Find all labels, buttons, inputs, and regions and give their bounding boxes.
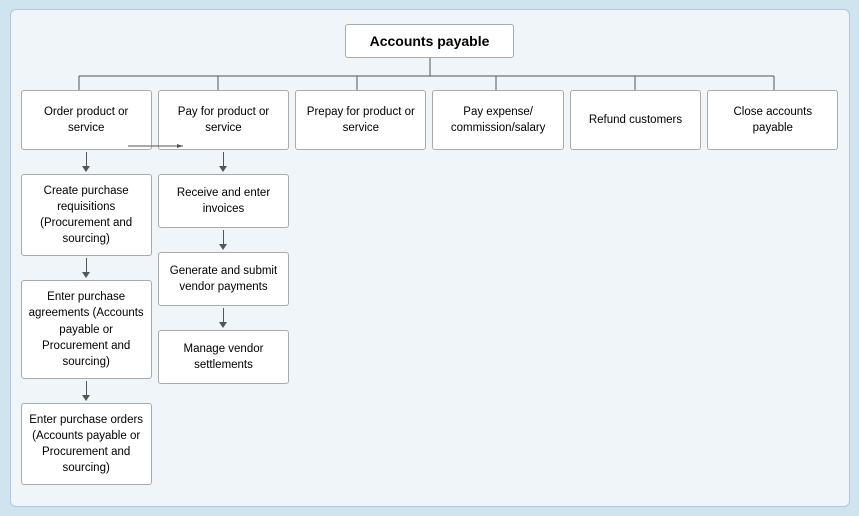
columns-row: Order product or service Create purchase… (21, 90, 839, 485)
top-node: Accounts payable (345, 24, 515, 58)
col1-label: Order product or service (28, 104, 145, 136)
col1-sub1-label: Create purchase requisitions (Procuremen… (28, 183, 145, 247)
col2-arrow1 (219, 152, 227, 172)
col2-top-box: Pay for product or service (158, 90, 289, 150)
col1-sub3-label: Enter purchase orders (Accounts payable … (28, 412, 145, 476)
col2-arrow3 (219, 308, 227, 328)
col1-arrow3 (82, 381, 90, 401)
col2-sub1-label: Receive and enter invoices (165, 185, 282, 217)
branch-lines-svg (21, 58, 839, 90)
col1-top-box: Order product or service (21, 90, 152, 150)
col5-label: Refund customers (589, 112, 682, 128)
col3-top-box: Prepay for product or service (295, 90, 426, 150)
col2-sub2: Generate and submit vendor payments (158, 252, 289, 306)
column-pay-expense: Pay expense/ commission/salary (432, 90, 563, 150)
column-close: Close accounts payable (707, 90, 838, 150)
col3-label: Prepay for product or service (302, 104, 419, 136)
col2-label: Pay for product or service (165, 104, 282, 136)
col2-sub2-label: Generate and submit vendor payments (165, 263, 282, 295)
col1-sub3: Enter purchase orders (Accounts payable … (21, 403, 152, 485)
col4-label: Pay expense/ commission/salary (439, 104, 556, 136)
diagram-container: Accounts payable Order product or servic… (10, 9, 850, 507)
col1-arrow2 (82, 258, 90, 278)
col2-sub3: Manage vendor settlements (158, 330, 289, 384)
col1-arrow1 (82, 152, 90, 172)
col2-sub3-label: Manage vendor settlements (165, 341, 282, 373)
col1-sub2: Enter purchase agreements (Accounts paya… (21, 280, 152, 378)
col5-top-box: Refund customers (570, 90, 701, 150)
column-order-product: Order product or service Create purchase… (21, 90, 152, 485)
col2-sub1: Receive and enter invoices (158, 174, 289, 228)
col6-top-box: Close accounts payable (707, 90, 838, 150)
column-pay-product: Pay for product or service Receive and e… (158, 90, 289, 384)
col1-sub1: Create purchase requisitions (Procuremen… (21, 174, 152, 256)
top-node-wrapper: Accounts payable (21, 24, 839, 58)
col4-top-box: Pay expense/ commission/salary (432, 90, 563, 150)
column-refund: Refund customers (570, 90, 701, 150)
col2-arrow2 (219, 230, 227, 250)
col1-sub2-label: Enter purchase agreements (Accounts paya… (28, 289, 145, 369)
column-prepay: Prepay for product or service (295, 90, 426, 150)
col6-label: Close accounts payable (714, 104, 831, 136)
